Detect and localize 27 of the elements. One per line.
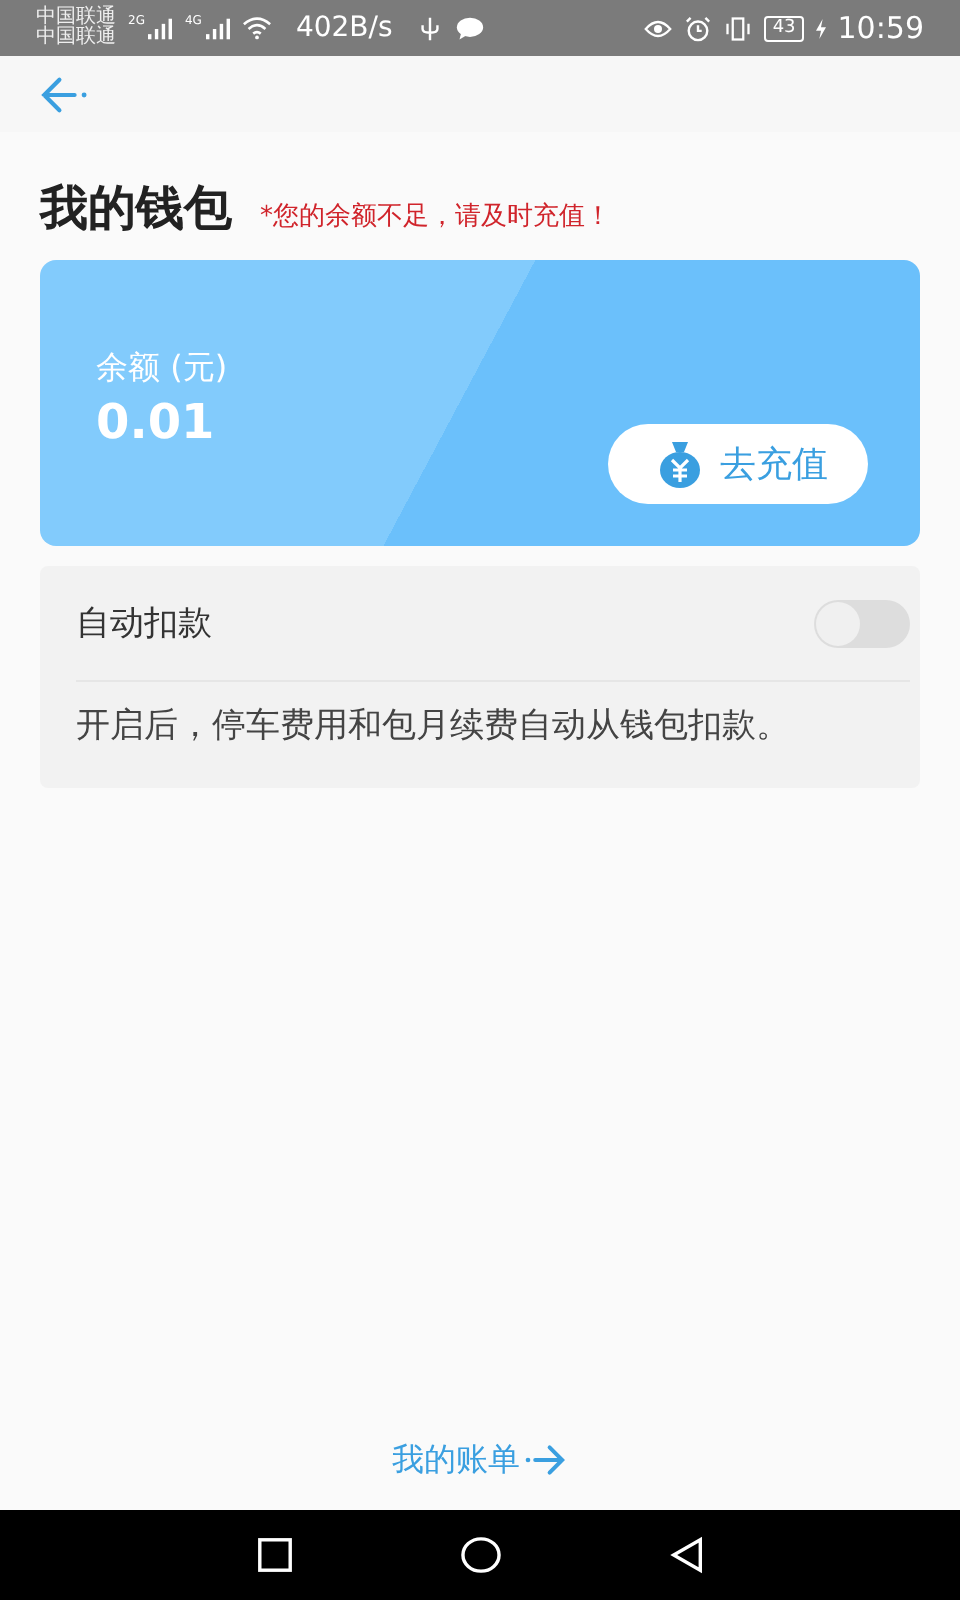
clock-time: 10:59: [837, 10, 924, 46]
setting-description: 开启后，停车费用和包月续费自动从钱包扣款。: [76, 704, 792, 750]
balance-amount: 0.01: [96, 394, 217, 450]
recent-apps-icon[interactable]: [253, 1536, 295, 1574]
home-icon[interactable]: [459, 1536, 501, 1574]
signal-icon: [148, 17, 173, 39]
signal-icon: [205, 17, 230, 39]
carrier-name: 中国联通: [36, 28, 116, 48]
carrier-name: 中国联通: [36, 8, 116, 28]
warning-text: *您的余额不足，请及时充值！: [260, 200, 611, 234]
balance-label: 余额 (元): [96, 348, 228, 390]
chat-bubble-icon: [456, 15, 485, 41]
back-icon[interactable]: [665, 1536, 707, 1574]
usb-icon: [416, 15, 445, 41]
eye-icon: [644, 15, 673, 41]
vibrate-icon: [724, 15, 753, 41]
recharge-button[interactable]: 去充值: [608, 424, 868, 504]
money-bag-icon: [656, 438, 704, 490]
arrow-right-icon[interactable]: [524, 1442, 568, 1478]
bill-link[interactable]: 我的账单: [392, 1439, 520, 1481]
battery-level: 43: [764, 15, 804, 41]
page-title: 我的钱包: [40, 178, 232, 240]
wifi-icon: [241, 16, 272, 40]
network-speed: 402B/s: [295, 12, 393, 44]
alarm-icon: [684, 15, 713, 41]
charging-icon: [815, 17, 826, 39]
setting-label: 自动扣款: [76, 602, 212, 646]
